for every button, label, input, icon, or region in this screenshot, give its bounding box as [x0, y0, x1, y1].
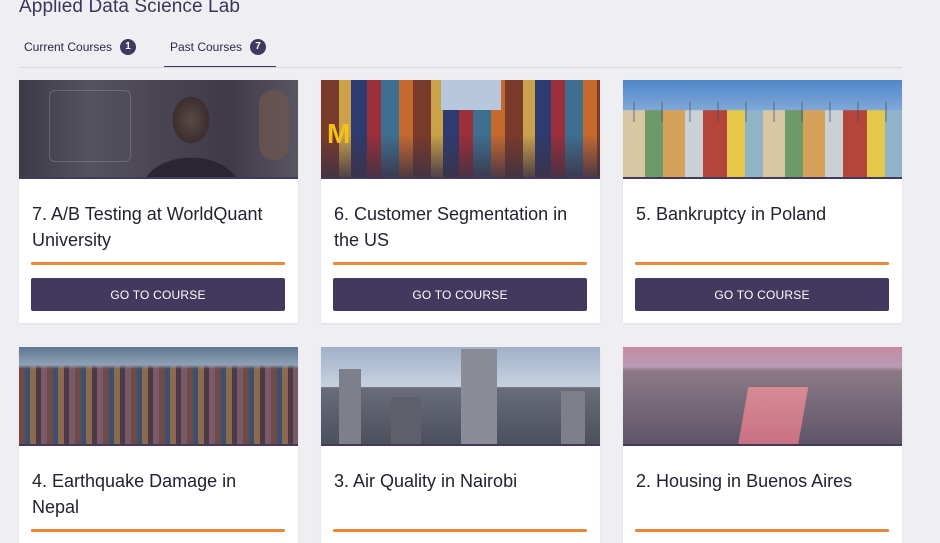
course-image: [19, 347, 298, 446]
course-card: 5. Bankruptcy in Poland GO TO COURSE: [623, 80, 902, 323]
go-to-course-button[interactable]: GO TO COURSE: [31, 278, 285, 311]
course-card: 2. Housing in Buenos Aires: [623, 347, 902, 543]
course-title: 7. A/B Testing at WorldQuant University: [32, 204, 263, 250]
progress-bar: [635, 529, 889, 532]
course-card: 3. Air Quality in Nairobi: [321, 347, 600, 543]
image-detail: [561, 391, 585, 446]
course-tabs: Current Courses 1 Past Courses 7: [19, 27, 902, 68]
progress-bar: [333, 529, 587, 532]
image-detail: [49, 90, 131, 162]
tab-current-courses[interactable]: Current Courses 1: [24, 27, 137, 66]
go-to-course-button[interactable]: GO TO COURSE: [333, 278, 587, 311]
course-title: 5. Bankruptcy in Poland: [636, 204, 827, 224]
tab-label: Past Courses: [170, 39, 243, 54]
page-title: Applied Data Science Lab: [19, 0, 241, 17]
image-detail: [391, 397, 421, 446]
course-title: 6. Customer Segmentation in the US: [334, 204, 568, 250]
course-image: [623, 347, 902, 446]
course-card: 4. Earthquake Damage in Nepal: [19, 347, 298, 543]
go-to-course-button[interactable]: GO TO COURSE: [635, 278, 889, 311]
course-title: 2. Housing in Buenos Aires: [636, 471, 853, 491]
image-detail: [461, 349, 497, 446]
course-image: [321, 347, 600, 446]
image-detail: M: [327, 118, 351, 149]
tab-past-courses[interactable]: Past Courses 7: [163, 27, 277, 67]
course-title: 3. Air Quality in Nairobi: [334, 471, 518, 491]
count-badge: 1: [120, 38, 137, 55]
image-detail: [339, 369, 361, 446]
image-detail: [259, 90, 289, 160]
course-image: M: [321, 80, 600, 179]
count-badge: 7: [250, 38, 267, 55]
image-detail: [441, 80, 501, 110]
course-card: M 6. Customer Segmentation in the US GO …: [321, 80, 600, 323]
progress-bar: [333, 262, 587, 265]
course-title: 4. Earthquake Damage in Nepal: [32, 471, 237, 517]
course-image: [19, 80, 298, 179]
progress-bar: [31, 262, 285, 265]
image-detail: [737, 387, 809, 446]
course-image: [623, 80, 902, 179]
progress-bar: [635, 262, 889, 265]
course-card: 7. A/B Testing at WorldQuant University …: [19, 80, 298, 323]
progress-bar: [31, 529, 285, 532]
image-detail: [623, 102, 902, 122]
tab-label: Current Courses: [24, 39, 113, 54]
